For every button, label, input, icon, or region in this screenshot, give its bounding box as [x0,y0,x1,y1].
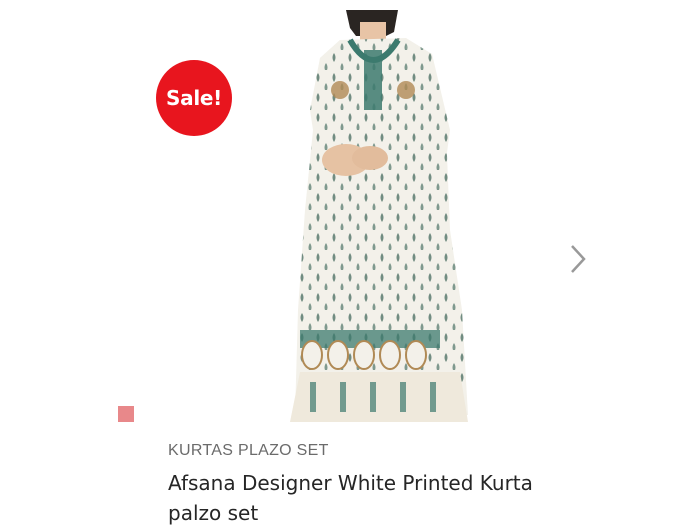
sale-badge-label: Sale! [166,86,222,110]
color-swatch[interactable] [118,406,134,422]
product-title-link[interactable]: Afsana Designer White Printed Kurta palz… [168,468,568,528]
sale-badge: Sale! [156,60,232,136]
product-card: Sale! KURTAS PLAZO SET Afsana Designer W… [0,0,700,525]
chevron-right-icon[interactable] [566,240,590,278]
product-category-link[interactable]: KURTAS PLAZO SET [168,442,329,460]
